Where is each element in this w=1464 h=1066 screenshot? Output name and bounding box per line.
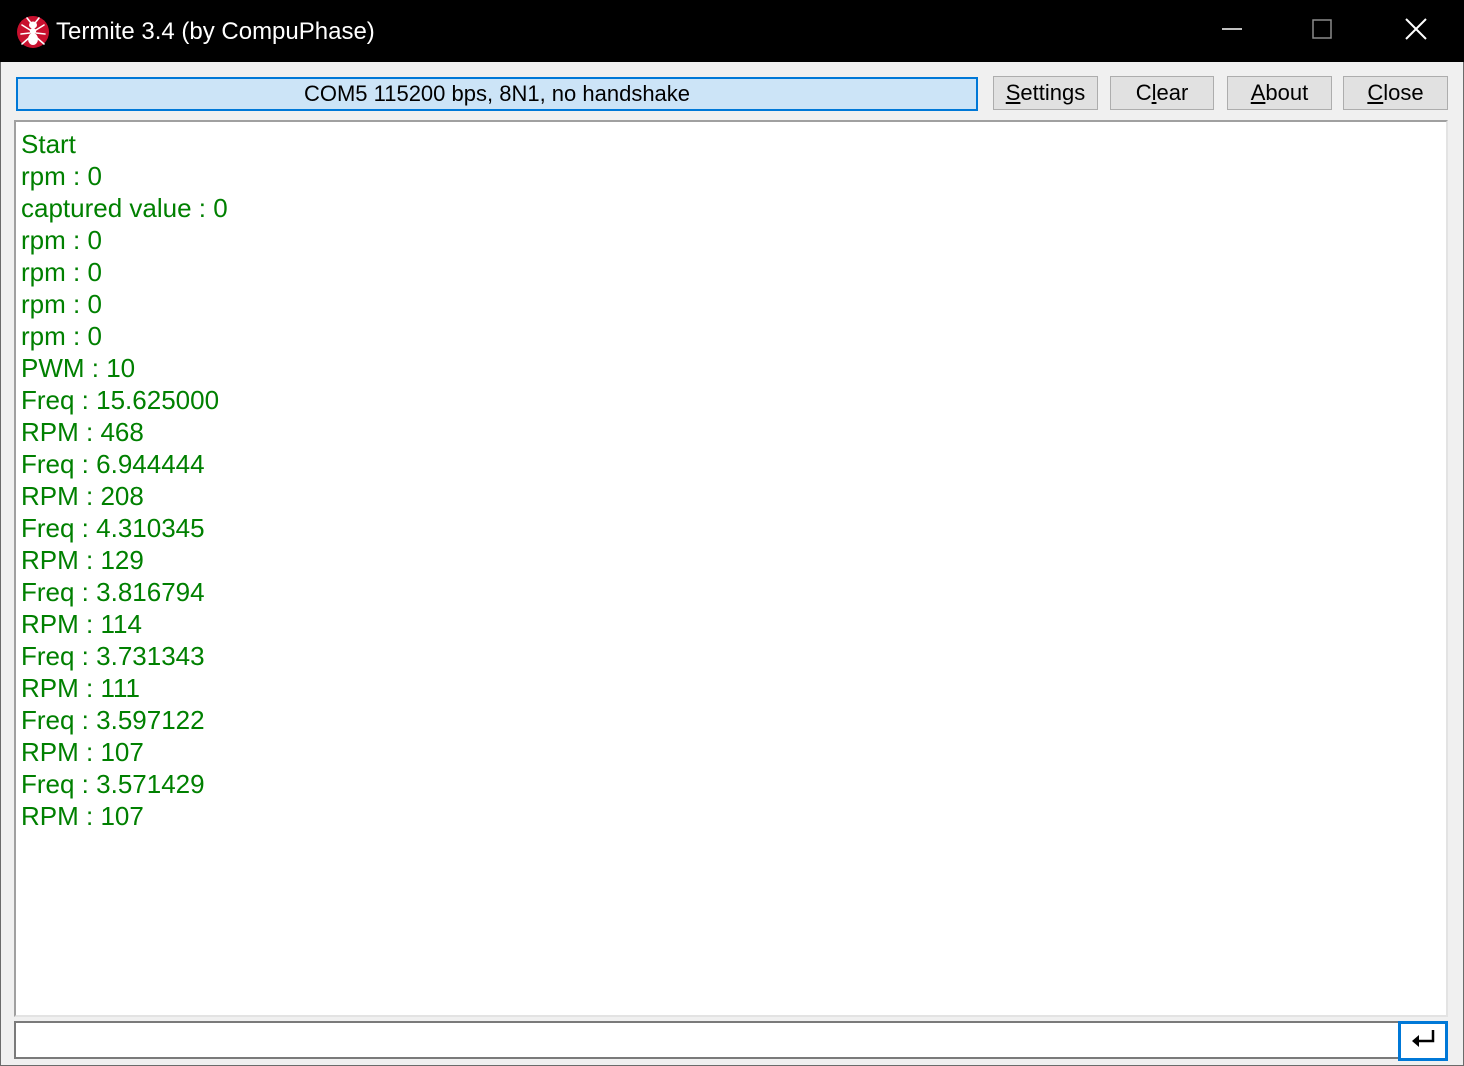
maximize-button[interactable] (1276, 0, 1368, 62)
minimize-button[interactable] (1186, 0, 1278, 62)
output-line: RPM : 107 (21, 801, 144, 831)
title-bar: Termite 3.4 (by CompuPhase) (0, 0, 1464, 62)
settings-button[interactable]: Settings (993, 76, 1098, 110)
settings-accel-key: S (1005, 80, 1021, 105)
close-window-button[interactable] (1370, 0, 1462, 62)
output-line: Freq : 15.625000 (21, 385, 220, 415)
output-line: RPM : 114 (21, 609, 142, 639)
output-line: rpm : 0 (21, 161, 102, 191)
output-line: captured value : 0 (21, 193, 228, 223)
output-line: rpm : 0 (21, 289, 102, 319)
output-line: Freq : 4.310345 (21, 513, 205, 543)
output-line: rpm : 0 (21, 257, 102, 287)
output-line: RPM : 107 (21, 737, 144, 767)
close-button[interactable]: Close (1343, 76, 1448, 110)
send-button[interactable] (1398, 1021, 1448, 1061)
terminal-output[interactable]: Start rpm : 0 captured value : 0 rpm : 0 rpm… (14, 120, 1448, 1017)
output-line: RPM : 129 (21, 545, 144, 575)
output-line: Start (21, 129, 76, 159)
output-line: Freq : 3.731343 (21, 641, 205, 671)
output-lines: Start rpm : 0 captured value : 0 rpm : 0 rpm… (21, 128, 228, 832)
about-button[interactable]: About (1227, 76, 1332, 110)
clear-label-pre: C (1135, 80, 1152, 105)
output-line: Freq : 3.571429 (21, 769, 205, 799)
output-line: PWM : 10 (21, 353, 136, 383)
output-line: Freq : 3.816794 (21, 577, 205, 607)
output-line: rpm : 0 (21, 225, 102, 255)
output-line: RPM : 111 (21, 673, 140, 703)
window-title: Termite 3.4 (by CompuPhase) (56, 18, 375, 45)
output-line: RPM : 468 (21, 417, 144, 447)
settings-label-rest: ettings (1020, 80, 1086, 105)
maximize-icon (1311, 18, 1333, 45)
close-label-rest: lose (1383, 80, 1424, 105)
close-accel-key: C (1367, 80, 1384, 105)
enter-icon (1409, 1028, 1437, 1055)
output-line: RPM : 208 (21, 481, 144, 511)
minimize-icon (1221, 18, 1243, 45)
connection-status-button[interactable]: COM5 115200 bps, 8N1, no handshake (16, 77, 978, 111)
clear-button[interactable]: Clear (1110, 76, 1214, 110)
about-accel-key: A (1250, 80, 1266, 105)
about-label-rest: bout (1265, 80, 1309, 105)
clear-label-rest: ear (1156, 80, 1189, 105)
output-line: Freq : 6.944444 (21, 449, 205, 479)
send-input[interactable] (14, 1021, 1406, 1059)
output-line: Freq : 3.597122 (21, 705, 205, 735)
close-icon (1404, 17, 1428, 46)
output-line: rpm : 0 (21, 321, 102, 351)
ant-icon[interactable] (16, 15, 50, 49)
